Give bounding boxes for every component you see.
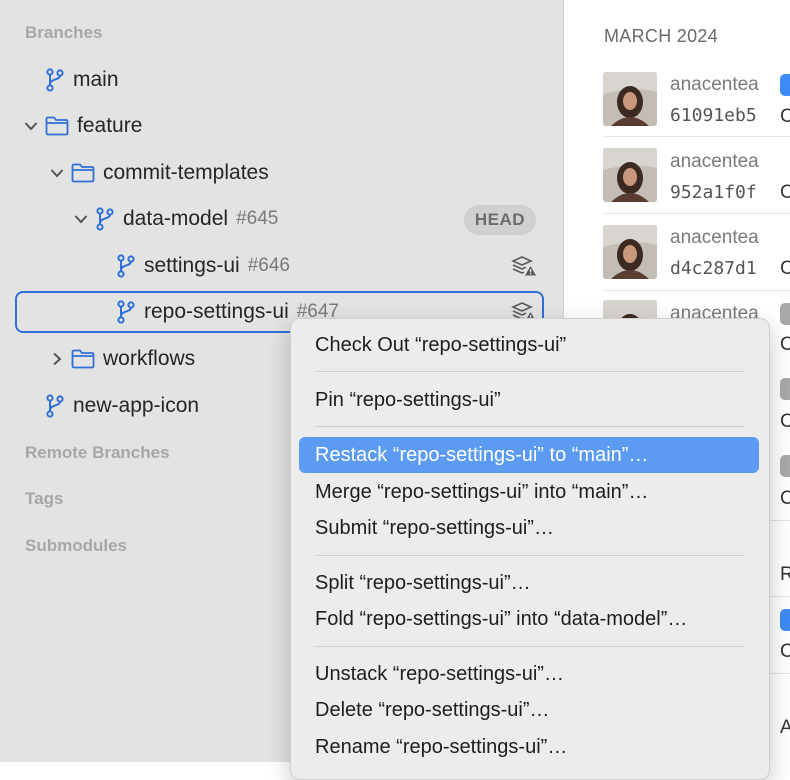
commit-message: C xyxy=(780,641,790,662)
stack-warning-icon xyxy=(511,255,537,277)
commit-message: C xyxy=(780,411,790,432)
section-label: A xyxy=(780,717,790,738)
menu-separator xyxy=(315,371,745,372)
ref-badge xyxy=(780,609,790,631)
menu-item-merge[interactable]: Merge “repo-settings-ui” into “main”… xyxy=(299,474,759,510)
menu-item-pin[interactable]: Pin “repo-settings-ui” xyxy=(299,382,759,418)
branch-icon xyxy=(45,68,65,92)
pr-number: #646 xyxy=(247,255,290,276)
branch-label: new-app-icon xyxy=(73,394,200,417)
menu-separator xyxy=(315,555,745,556)
commit-author: anacentea xyxy=(670,227,759,248)
branch-label: main xyxy=(73,68,119,91)
commit-sha[interactable]: 61091eb5 xyxy=(670,105,757,126)
menu-item-delete[interactable]: Delete “repo-settings-ui”… xyxy=(299,692,759,728)
menu-separator xyxy=(315,426,745,427)
month-header: MARCH 2024 xyxy=(604,26,719,46)
commit-message: C xyxy=(780,258,790,279)
branches-header[interactable]: Branches xyxy=(25,23,102,43)
chevron-down-icon[interactable] xyxy=(74,212,88,226)
row-divider xyxy=(603,213,790,214)
folder-icon xyxy=(45,116,69,136)
ref-badge xyxy=(780,74,790,96)
sidebar-item-new-app-icon[interactable]: new-app-icon xyxy=(45,386,199,426)
pr-number: #645 xyxy=(236,208,279,229)
commit-author: anacentea xyxy=(670,151,759,172)
commit-message: C xyxy=(780,106,790,127)
sidebar-item-main[interactable]: main xyxy=(45,60,119,100)
folder-icon xyxy=(71,349,95,369)
commit-sha[interactable]: d4c287d1 xyxy=(670,258,757,279)
sidebar-item-data-model[interactable]: data-model #645 xyxy=(95,199,278,239)
sidebar-item-settings-ui[interactable]: settings-ui #646 xyxy=(116,246,290,286)
folder-icon xyxy=(71,163,95,183)
tags-header[interactable]: Tags xyxy=(25,489,63,509)
commit-message: C xyxy=(780,334,790,355)
menu-item-checkout[interactable]: Check Out “repo-settings-ui” xyxy=(299,327,759,363)
head-badge: HEAD xyxy=(464,205,536,235)
menu-item-rename[interactable]: Rename “repo-settings-ui”… xyxy=(299,729,759,765)
branch-icon xyxy=(95,207,115,231)
chevron-right-icon[interactable] xyxy=(50,352,64,366)
folder-label: commit-templates xyxy=(103,161,269,184)
branch-icon xyxy=(116,300,136,324)
commit-message: C xyxy=(780,182,790,203)
folder-label: workflows xyxy=(103,347,196,370)
menu-item-submit[interactable]: Submit “repo-settings-ui”… xyxy=(299,510,759,546)
menu-item-split[interactable]: Split “repo-settings-ui”… xyxy=(299,565,759,601)
sidebar-item-commit-templates[interactable]: commit-templates xyxy=(71,153,269,193)
section-label: R xyxy=(780,564,790,585)
commit-author: anacentea xyxy=(670,74,759,95)
branch-icon xyxy=(116,254,136,278)
commit-sha[interactable]: 952a1f0f xyxy=(670,182,757,203)
menu-item-unstack[interactable]: Unstack “repo-settings-ui”… xyxy=(299,656,759,692)
folder-label: feature xyxy=(77,114,143,137)
remote-branches-header[interactable]: Remote Branches xyxy=(25,443,170,463)
menu-item-restack[interactable]: Restack “repo-settings-ui” to “main”… xyxy=(299,437,759,473)
submodules-header[interactable]: Submodules xyxy=(25,536,127,556)
context-menu: Check Out “repo-settings-ui” Pin “repo-s… xyxy=(290,318,770,780)
row-divider xyxy=(603,290,790,291)
branch-label: data-model xyxy=(123,207,229,230)
chevron-down-icon[interactable] xyxy=(24,119,38,133)
branch-label: repo-settings-ui xyxy=(144,300,289,323)
sidebar-item-feature[interactable]: feature xyxy=(45,106,142,146)
avatar xyxy=(603,72,657,126)
branch-icon xyxy=(45,394,65,418)
menu-item-fold[interactable]: Fold “repo-settings-ui” into “data-model… xyxy=(299,601,759,637)
commit-message: C xyxy=(780,488,790,509)
ref-badge xyxy=(780,455,790,477)
row-divider xyxy=(603,136,790,137)
sidebar-item-workflows[interactable]: workflows xyxy=(71,339,195,379)
avatar xyxy=(603,148,657,202)
chevron-down-icon[interactable] xyxy=(50,166,64,180)
avatar xyxy=(603,225,657,279)
branch-label: settings-ui xyxy=(144,254,240,277)
ref-badge xyxy=(780,378,790,400)
menu-separator xyxy=(315,646,745,647)
ref-badge xyxy=(780,303,790,325)
